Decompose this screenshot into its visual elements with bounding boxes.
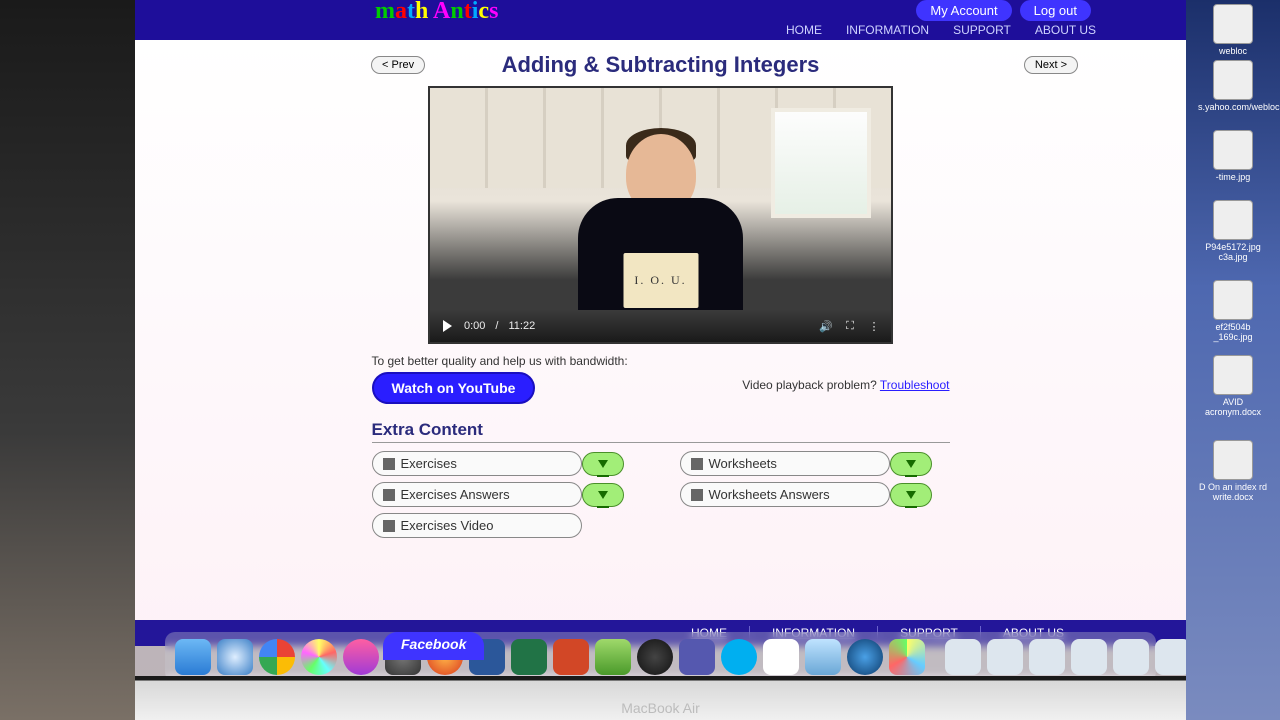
log-out-button[interactable]: Log out (1020, 0, 1091, 21)
video-presenter: I. O. U. (571, 124, 751, 314)
dock-powerpoint-icon[interactable] (553, 639, 589, 675)
dock-finder-icon[interactable] (175, 639, 211, 675)
laptop-model-text: MacBook Air (621, 700, 700, 716)
nav-information[interactable]: INFORMATION (846, 23, 929, 37)
document-icon (383, 489, 395, 501)
troubleshoot-row: Video playback problem? Troubleshoot (742, 378, 949, 392)
desktop-file[interactable]: webloc (1198, 4, 1268, 56)
desktop-right-strip: webloc s.yahoo.com/webloc -time.jpg P94e… (1186, 0, 1280, 720)
prev-button[interactable]: < Prev (371, 56, 425, 74)
desktop-file[interactable]: AVID acronym.docx (1198, 355, 1268, 417)
extra-worksheets[interactable]: Worksheets (680, 451, 890, 476)
desktop-file[interactable]: -time.jpg (1198, 130, 1268, 182)
dock-app-icon[interactable] (637, 639, 673, 675)
site-logo[interactable]: math Antics (375, 0, 498, 25)
nav-home[interactable]: HOME (786, 23, 822, 37)
dock-preview-icon[interactable] (805, 639, 841, 675)
watch-on-youtube-button[interactable]: Watch on YouTube (372, 372, 536, 404)
download-exercises-button[interactable] (582, 452, 624, 476)
troubleshoot-link[interactable]: Troubleshoot (880, 378, 950, 392)
dock-teams-icon[interactable] (679, 639, 715, 675)
video-controls: 0:00 / 11:22 🔊 ⛶ ⋮ (430, 310, 891, 342)
download-exercises-answers-button[interactable] (582, 483, 624, 507)
my-account-button[interactable]: My Account (916, 0, 1011, 21)
desktop-file[interactable]: ef2f504b _169c.jpg (1198, 280, 1268, 342)
extra-exercises-video[interactable]: Exercises Video (372, 513, 582, 538)
video-icon (383, 520, 395, 532)
nav-support[interactable]: SUPPORT (953, 23, 1011, 37)
dock-minimized-window[interactable] (945, 639, 981, 675)
dock-app-icon[interactable] (889, 639, 925, 675)
download-icon (906, 491, 916, 499)
page-title: Adding & Subtracting Integers (502, 52, 820, 78)
extra-exercises[interactable]: Exercises (372, 451, 582, 476)
dock-safari-icon[interactable] (217, 639, 253, 675)
video-card-text: I. O. U. (623, 253, 698, 308)
dock-photos-icon[interactable] (301, 639, 337, 675)
dock-mail-icon[interactable] (763, 639, 799, 675)
macos-dock (165, 632, 1156, 682)
extra-content-heading: Extra Content (372, 420, 950, 443)
dock-skype-icon[interactable] (721, 639, 757, 675)
download-icon (598, 491, 608, 499)
facebook-button[interactable]: Facebook (383, 632, 484, 660)
video-duration: 11:22 (508, 320, 535, 332)
volume-icon[interactable]: 🔊 (819, 319, 833, 333)
bandwidth-hint: To get better quality and help us with b… (372, 354, 950, 368)
dock-minimized-window[interactable] (987, 639, 1023, 675)
dock-quicktime-icon[interactable] (847, 639, 883, 675)
page-content: < Prev Adding & Subtracting Integers Nex… (135, 40, 1186, 720)
document-icon (383, 458, 395, 470)
download-icon (598, 460, 608, 468)
fullscreen-icon[interactable]: ⛶ (843, 319, 857, 333)
dock-minimized-window[interactable] (1029, 639, 1065, 675)
video-current-time: 0:00 (464, 320, 485, 332)
desktop-file[interactable]: D On an index rd write.docx (1198, 440, 1268, 502)
dock-minimized-window[interactable] (1071, 639, 1107, 675)
dock-chrome-icon[interactable] (259, 639, 295, 675)
desktop-file[interactable]: P94e5172.jpg c3a.jpg (1198, 200, 1268, 262)
screen-area: math Antics My Account Log out HOME INFO… (135, 0, 1186, 720)
download-icon (906, 460, 916, 468)
video-window (771, 108, 871, 218)
dock-app-icon[interactable] (595, 639, 631, 675)
desktop-file[interactable]: s.yahoo.com/webloc (1198, 60, 1268, 112)
more-icon[interactable]: ⋮ (867, 319, 881, 333)
extra-worksheets-answers[interactable]: Worksheets Answers (680, 482, 890, 507)
top-nav: HOME INFORMATION SUPPORT ABOUT US (786, 23, 1096, 37)
dock-minimized-window[interactable] (1113, 639, 1149, 675)
dock-music-icon[interactable] (343, 639, 379, 675)
laptop-bezel: MacBook Air (135, 676, 1186, 720)
video-frame: I. O. U. (430, 88, 891, 314)
download-worksheets-button[interactable] (890, 452, 932, 476)
dock-excel-icon[interactable] (511, 639, 547, 675)
next-button[interactable]: Next > (1024, 56, 1078, 74)
photo-left-margin (0, 0, 135, 720)
play-icon[interactable] (440, 319, 454, 333)
dock-minimized-window[interactable] (1155, 639, 1186, 675)
site-header: math Antics My Account Log out HOME INFO… (135, 0, 1186, 40)
nav-about[interactable]: ABOUT US (1035, 23, 1096, 37)
download-worksheets-answers-button[interactable] (890, 483, 932, 507)
video-player[interactable]: I. O. U. 0:00 / 11:22 🔊 ⛶ ⋮ (428, 86, 893, 344)
document-icon (691, 458, 703, 470)
document-icon (691, 489, 703, 501)
extra-exercises-answers[interactable]: Exercises Answers (372, 482, 582, 507)
